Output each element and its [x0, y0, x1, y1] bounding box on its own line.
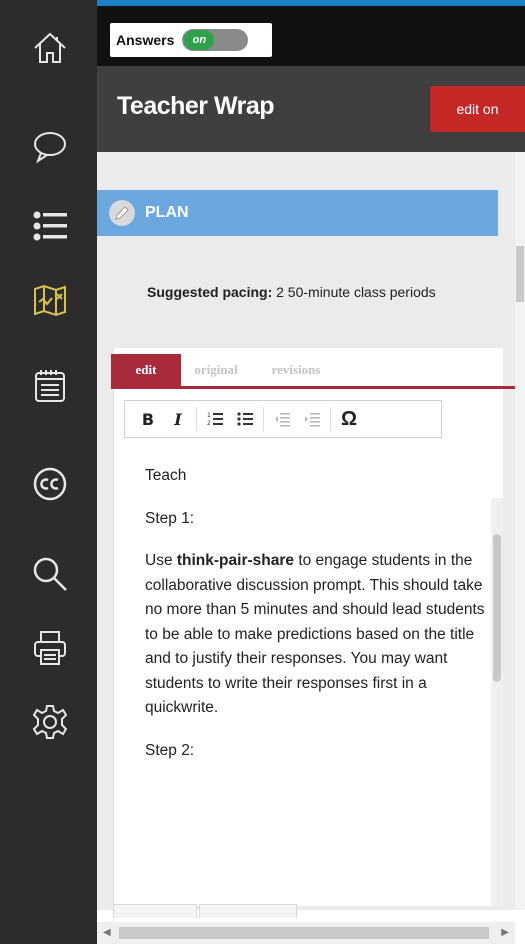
teacher-wrap-header: Teacher Wrap edit on [97, 66, 525, 152]
indent-icon[interactable] [297, 405, 327, 433]
search-icon[interactable] [28, 552, 72, 596]
bottom-tabs [113, 904, 299, 918]
svg-text:1: 1 [207, 412, 211, 419]
scroll-left-icon[interactable]: ◀ [103, 927, 111, 938]
special-char-button[interactable]: Ω [334, 405, 364, 433]
bottom-tab[interactable] [199, 904, 297, 918]
home-icon[interactable] [28, 26, 72, 70]
answers-label: Answers [116, 32, 175, 48]
toolbar-divider [263, 407, 264, 431]
editor-content[interactable]: Teach Step 1: Use think-pair-share to en… [145, 464, 485, 781]
list-icon[interactable] [28, 204, 72, 248]
panel-scrollbar[interactable] [515, 152, 525, 910]
answers-switch[interactable]: on [182, 29, 249, 51]
svg-text:2: 2 [207, 420, 211, 427]
ordered-list-icon[interactable]: 12 [200, 405, 230, 433]
toolbar-divider [330, 407, 331, 431]
tab-edit[interactable]: edit [111, 354, 181, 386]
edit-on-button[interactable]: edit on [430, 86, 525, 132]
pacing-value: 2 50-minute class periods [272, 284, 436, 300]
bold-button[interactable]: B [133, 405, 163, 433]
map-icon[interactable] [28, 278, 72, 322]
bottom-tab[interactable] [113, 904, 197, 918]
bulleted-list-icon[interactable] [230, 405, 260, 433]
gear-icon[interactable] [28, 700, 72, 744]
format-toolbar: B I 12 Ω [124, 400, 442, 438]
tab-revisions[interactable]: revisions [251, 354, 341, 386]
think-pair-share-term: think-pair-share [176, 552, 295, 569]
page-title: Teacher Wrap [117, 92, 275, 120]
horizontal-scrollbar[interactable]: ◀ ▶ [97, 922, 515, 944]
para-step1-body: Use think-pair-share to engage students … [145, 549, 485, 721]
editor-tabs: edit original revisions [111, 354, 341, 386]
outdent-icon[interactable] [267, 405, 297, 433]
calendar-icon[interactable] [28, 364, 72, 408]
content-panel: PLAN Suggested pacing: 2 50-minute class… [97, 152, 515, 910]
chat-icon[interactable] [28, 124, 72, 168]
side-rail [0, 0, 97, 944]
tab-original[interactable]: original [181, 354, 251, 386]
toolbar-divider [196, 407, 197, 431]
pencil-icon [109, 200, 135, 226]
top-bar: Answers on [97, 0, 525, 66]
print-icon[interactable] [28, 626, 72, 670]
suggested-pacing: Suggested pacing: 2 50-minute class peri… [147, 280, 477, 304]
para-step1: Step 1: [145, 509, 195, 527]
panel-scroll-thumb[interactable] [516, 246, 524, 302]
italic-button[interactable]: I [163, 405, 193, 433]
step1-text-pre: Use [145, 552, 177, 569]
plan-section-header[interactable]: PLAN [97, 190, 498, 236]
para-teach: Teach [145, 467, 187, 484]
editor-scrollbar[interactable] [491, 498, 503, 906]
answers-toggle[interactable]: Answers on [110, 23, 272, 57]
step1-text-post: to engage students in the collaborative … [145, 552, 485, 716]
para-step2: Step 2: [145, 741, 195, 759]
scroll-right-icon[interactable]: ▶ [501, 927, 509, 938]
plan-label: PLAN [145, 204, 189, 221]
switch-knob: on [184, 30, 215, 50]
horizontal-scroll-thumb[interactable] [119, 927, 489, 939]
editor-scroll-thumb[interactable] [493, 534, 501, 682]
tab-underline [111, 386, 515, 389]
cc-icon[interactable] [28, 462, 72, 506]
pacing-label: Suggested pacing: [147, 284, 273, 300]
